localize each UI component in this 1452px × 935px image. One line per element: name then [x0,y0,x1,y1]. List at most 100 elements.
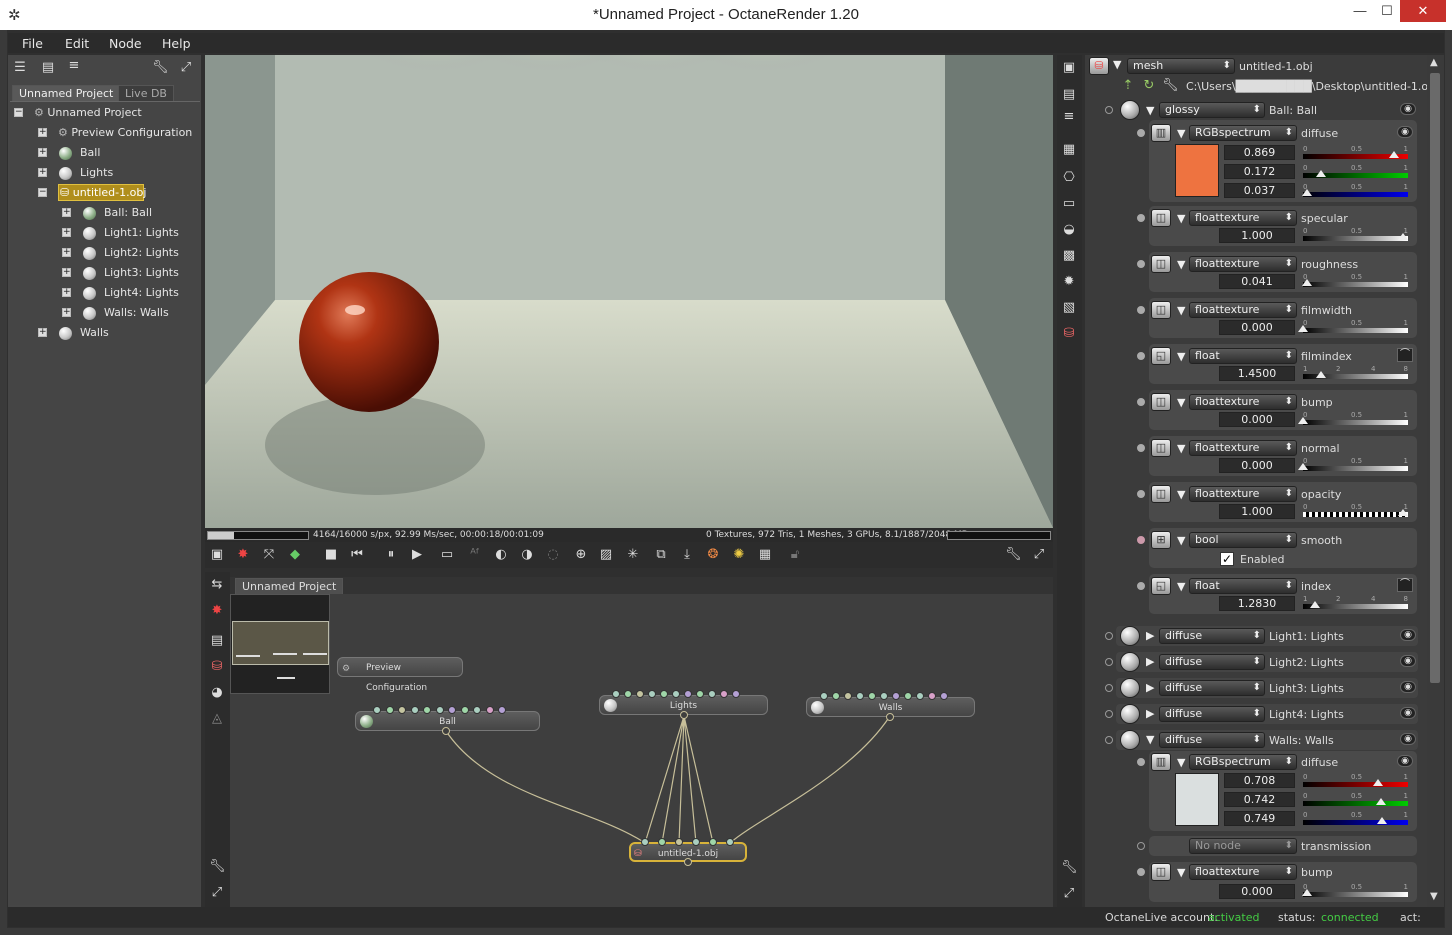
sphere-node-icon[interactable]: ◕ [209,686,225,700]
param-opacity-value[interactable]: 1.000 [1219,504,1295,519]
walls-g-slider[interactable]: 0 0.5 1 [1303,792,1408,806]
curve-icon[interactable]: ⌒ [1397,348,1413,362]
param-roughness-value[interactable]: 0.041 [1219,274,1295,289]
expand-arrow-icon[interactable]: ▶ [1146,655,1154,668]
stop-icon[interactable]: ■ [323,548,339,562]
walls-b-value[interactable]: 0.749 [1224,811,1295,826]
graph-input-pin[interactable] [410,706,419,714]
param-filmwidth-type-select[interactable]: floattexture [1189,302,1297,318]
mesh-node-icon[interactable]: ⛁ [209,660,225,674]
walls-bump-slider[interactable]: 0 0.5 1 [1302,883,1408,897]
pin-dot[interactable] [1137,306,1145,314]
material-type-select[interactable]: diffuse [1159,680,1265,696]
param-index-type-select[interactable]: float [1189,578,1297,594]
copy-icon[interactable]: ⧉ [653,548,669,562]
color-picker-icon[interactable]: ◐ [493,548,509,562]
expand-icon[interactable]: ⤢ [209,886,225,900]
menu-file[interactable]: File [22,36,43,51]
checker-icon[interactable]: ▦ [757,548,773,562]
expand-toggle[interactable]: + [38,168,47,177]
expand-arrow-icon[interactable]: ▶ [1146,681,1154,694]
expand-arrow-icon[interactable]: ▶ [1146,629,1154,642]
graph-input-pin[interactable] [820,692,828,700]
material-type-select[interactable]: diffuse [1159,706,1265,722]
param-bump-value[interactable]: 0.000 [1219,412,1295,427]
walls-bump-type-select[interactable]: floattexture [1189,864,1297,880]
fit-icon[interactable]: ⤧ [261,548,277,562]
pin-dot[interactable] [1105,710,1113,718]
rewind-icon[interactable]: ⏮ [349,548,365,562]
param-filmwidth-slider[interactable]: 0 0.5 1 [1298,319,1408,333]
graph-input-pin[interactable] [658,838,666,846]
graph-input-pin[interactable] [696,690,704,698]
visibility-eye-icon[interactable]: ◉ [1400,629,1416,641]
graph-input-pin[interactable] [692,838,700,846]
param-normal-value[interactable]: 0.000 [1219,458,1295,473]
param-opacity-type-select[interactable]: floattexture [1189,486,1297,502]
graph-output-pin[interactable] [684,858,692,866]
material-type-select[interactable]: diffuse [1159,654,1265,670]
graph-input-pin[interactable] [709,838,717,846]
collapse-arrow-icon[interactable]: ▼ [1146,733,1154,746]
expand-toggle[interactable]: + [62,308,71,317]
tree-item-light1[interactable]: Light1: Lights [104,224,179,242]
param-opacity-slider[interactable]: 0 0.5 1 [1303,503,1408,517]
pin-dot[interactable] [1105,632,1113,640]
material-type-select[interactable]: diffuse [1159,628,1265,644]
outliner-list-icon[interactable]: ≡ [66,59,82,73]
panel-icon[interactable]: ▭ [1061,197,1077,211]
light-icon[interactable]: ✹ [1061,275,1077,289]
walls-g-value[interactable]: 0.742 [1224,792,1295,807]
collapse-arrow-icon[interactable]: ▼ [1113,58,1121,71]
param-index-value[interactable]: 1.2830 [1219,596,1295,611]
graph-input-pin[interactable] [675,838,683,846]
visibility-eye-icon[interactable]: ◉ [1400,655,1416,667]
tree-item-light3[interactable]: Light3: Lights [104,264,179,282]
wrench-icon[interactable]: 🔧︎ [1005,548,1022,562]
graph-input-pin[interactable] [708,690,716,698]
smooth-checkbox[interactable]: ✓ [1220,552,1234,566]
restart-render-icon[interactable]: ✸ [235,548,251,562]
wrench-icon[interactable]: 🔧︎ [1061,861,1078,875]
pin-dot[interactable] [1137,582,1145,590]
outliner-tree-icon[interactable]: ☰ [12,61,28,75]
diffuse-b-value[interactable]: 0.037 [1224,183,1295,198]
param-bump-slider[interactable]: 0 0.5 1 [1298,411,1408,425]
graph-input-pin[interactable] [892,692,900,700]
tree-item-light2[interactable]: Light2: Lights [104,244,179,262]
expand-icon[interactable]: ⤢ [178,61,194,75]
param-smooth-type-select[interactable]: bool [1189,532,1297,548]
graph-input-pin[interactable] [660,690,668,698]
walls-r-value[interactable]: 0.708 [1224,773,1295,788]
environment-icon[interactable]: ◒ [1061,223,1077,237]
param-roughness-slider[interactable]: 0 0.5 1 [1302,273,1408,287]
pin-dot[interactable] [1137,842,1145,850]
outliner-save-icon[interactable]: ▤ [40,61,56,75]
graph-input-pin[interactable] [726,838,734,846]
pin-dot[interactable] [1137,536,1145,544]
layers-icon[interactable]: ▤ [1061,88,1077,102]
tree-item-project[interactable]: ⚙ Unnamed Project [34,104,142,122]
graph-input-pin[interactable] [940,692,948,700]
collapse-arrow-icon[interactable]: ▼ [1177,442,1185,455]
image-icon[interactable]: ▦ [1061,143,1077,157]
display-icon[interactable]: ▭ [439,548,455,562]
texture-node-icon[interactable]: ◬ [209,712,225,726]
expand-icon[interactable]: ⤢ [1061,887,1077,901]
param-normal-slider[interactable]: 0 0.5 1 [1298,457,1408,471]
graph-output-pin[interactable] [680,711,688,719]
mesh-icon[interactable]: ⛁ [1061,327,1077,341]
visibility-eye-icon[interactable]: ◉ [1397,126,1413,138]
graph-input-pin[interactable] [732,690,740,698]
param-filmindex-slider[interactable]: 1248 [1303,365,1408,379]
walls-b-slider[interactable]: 0 0.5 1 [1303,811,1408,825]
diffuse-g-slider[interactable]: 0 0.5 1 [1303,164,1408,178]
expand-toggle[interactable]: + [62,268,71,277]
diffuse-b-slider[interactable]: 0 0.5 1 [1302,183,1408,197]
node-graph-editor[interactable]: Unnamed Project ⚙ Preview Configuration B… [230,577,1053,907]
diffuse-type-select[interactable]: RGBspectrum [1189,125,1297,141]
list-icon[interactable]: ≡ [1061,110,1077,124]
expand-toggle[interactable]: + [62,288,71,297]
kernel-icon[interactable]: ▧ [1061,301,1077,315]
pin-dot[interactable] [1137,444,1145,452]
